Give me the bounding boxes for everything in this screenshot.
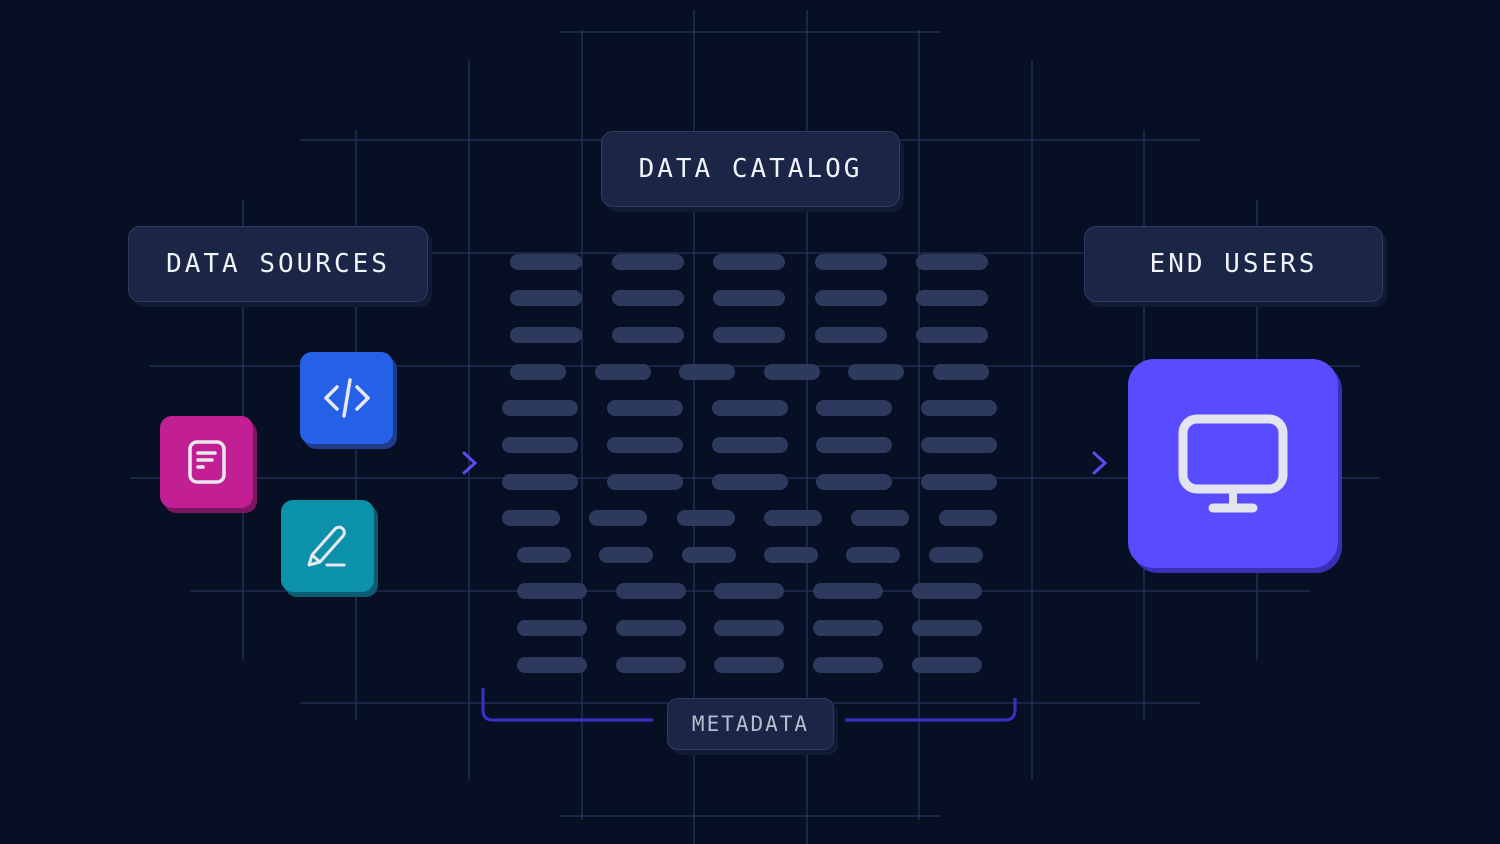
catalog-entry xyxy=(615,620,686,636)
catalog-entry xyxy=(911,583,982,599)
catalog-entry xyxy=(594,364,651,380)
catalog-entry xyxy=(714,620,785,636)
catalog-entry xyxy=(814,327,887,343)
catalog-entry xyxy=(848,364,905,380)
catalog-entry xyxy=(714,583,785,599)
document-icon xyxy=(187,440,226,484)
catalog-entry xyxy=(502,437,578,453)
catalog-entry xyxy=(517,657,587,673)
data-sources-text: DATA SOURCES xyxy=(166,249,390,279)
catalog-entry xyxy=(510,290,582,306)
catalog-entry xyxy=(599,547,654,563)
catalog-entry xyxy=(611,290,684,306)
catalog-entry xyxy=(711,400,788,416)
catalog-entry xyxy=(713,327,785,343)
arrow-to-users xyxy=(990,451,1108,475)
catalog-entry xyxy=(502,400,578,416)
catalog-entry xyxy=(916,327,988,343)
data-catalog-diagram: DATA SOURCES DATA CATALOG END USERS META… xyxy=(0,0,1500,844)
catalog-entry xyxy=(921,437,998,453)
data-catalog-text: DATA CATALOG xyxy=(638,154,863,184)
catalog-entry xyxy=(510,254,582,270)
catalog-entry xyxy=(816,437,893,453)
catalog-entry xyxy=(676,510,735,526)
catalog-entry xyxy=(517,620,587,636)
catalog-entry xyxy=(938,510,997,526)
monitor-icon xyxy=(1178,414,1288,512)
data-sources-label: DATA SOURCES xyxy=(128,226,428,302)
catalog-entry xyxy=(813,583,884,599)
catalog-entry xyxy=(921,400,998,416)
edit-source-tile xyxy=(281,500,374,592)
catalog-entry xyxy=(916,254,988,270)
catalog-entry xyxy=(711,437,788,453)
catalog-entry xyxy=(681,547,736,563)
code-source-tile xyxy=(300,352,393,444)
catalog-entry xyxy=(814,254,887,270)
catalog-entry xyxy=(611,254,684,270)
metadata-label: METADATA xyxy=(667,698,834,750)
catalog-entry xyxy=(606,437,683,453)
catalog-entry xyxy=(606,400,683,416)
arrow-to-catalog xyxy=(362,451,478,475)
catalog-entry xyxy=(814,290,887,306)
catalog-entry xyxy=(502,474,578,490)
catalog-entry xyxy=(933,364,989,380)
catalog-entry xyxy=(502,510,560,526)
catalog-entry xyxy=(589,510,648,526)
document-source-tile xyxy=(160,416,253,508)
metadata-text: METADATA xyxy=(691,712,810,736)
catalog-entry xyxy=(611,327,684,343)
catalog-entry xyxy=(517,583,587,599)
catalog-entry xyxy=(713,254,785,270)
end-users-label: END USERS xyxy=(1084,226,1383,302)
catalog-entry xyxy=(713,290,785,306)
catalog-entry xyxy=(763,547,818,563)
catalog-entry xyxy=(510,364,566,380)
catalog-entry xyxy=(916,290,988,306)
pencil-icon xyxy=(307,525,346,567)
end-user-tile xyxy=(1128,359,1338,568)
catalog-entry xyxy=(679,364,736,380)
code-icon xyxy=(323,378,370,418)
catalog-entry xyxy=(763,510,822,526)
catalog-entry xyxy=(928,547,983,563)
catalog-entry xyxy=(517,547,571,563)
catalog-entry xyxy=(763,364,820,380)
catalog-entry xyxy=(911,657,982,673)
catalog-entry xyxy=(510,327,582,343)
catalog-entry xyxy=(813,657,884,673)
catalog-entry xyxy=(816,474,893,490)
catalog-entry xyxy=(816,400,893,416)
catalog-entry xyxy=(606,474,683,490)
catalog-entry xyxy=(615,657,686,673)
catalog-entry xyxy=(714,657,785,673)
catalog-entry xyxy=(711,474,788,490)
catalog-entry xyxy=(851,510,910,526)
end-users-text: END USERS xyxy=(1149,249,1318,279)
data-catalog-label: DATA CATALOG xyxy=(601,131,900,207)
catalog-entry xyxy=(846,547,901,563)
catalog-entry xyxy=(911,620,982,636)
catalog-entry xyxy=(615,583,686,599)
catalog-entry xyxy=(813,620,884,636)
catalog-entry xyxy=(921,474,998,490)
